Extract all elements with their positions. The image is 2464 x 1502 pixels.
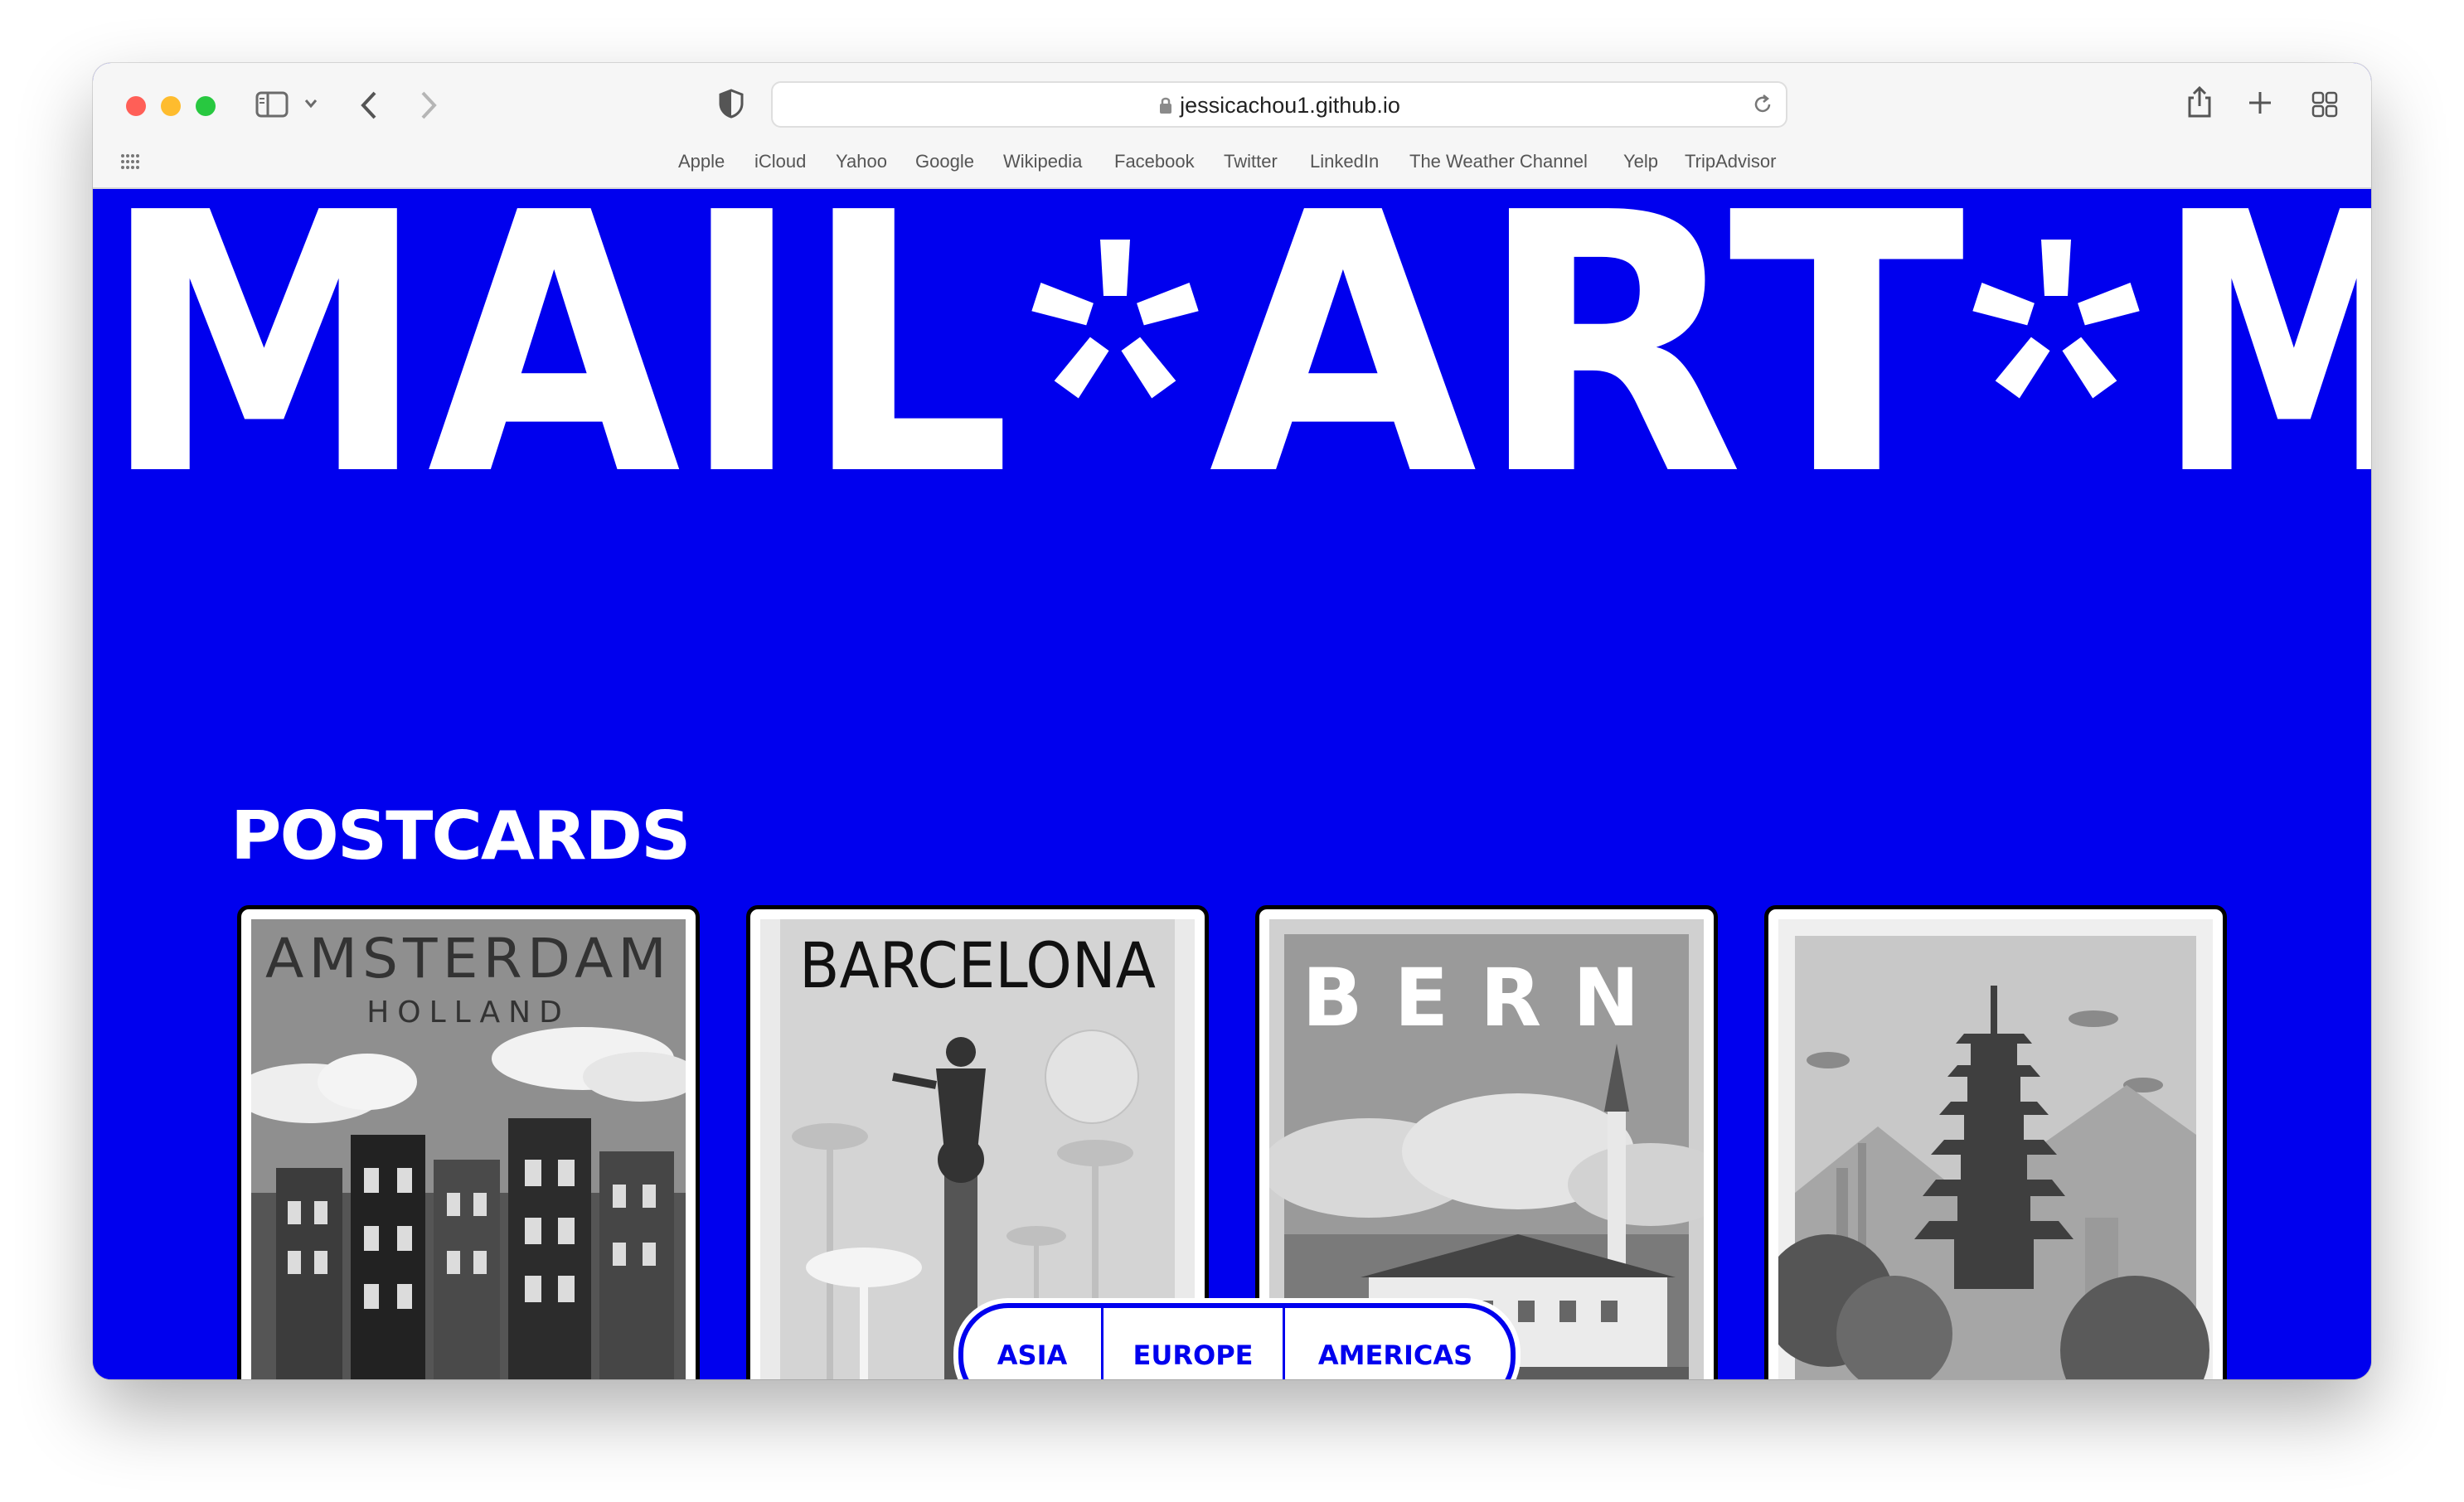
tab-overview-icon[interactable] <box>2311 91 2338 122</box>
apps-grid-icon[interactable] <box>119 153 143 177</box>
hero-marquee: MAIL ART M <box>93 196 2371 494</box>
marquee-word-m: M <box>2157 196 2371 494</box>
postcard-image-pagoda <box>1778 919 2213 1379</box>
filter-americas-button[interactable]: AMERICAS <box>1285 1308 1506 1379</box>
back-icon[interactable] <box>358 90 380 125</box>
url-text: jessicachou1.github.io <box>1180 93 1400 118</box>
marquee-word-mail: MAIL <box>101 196 1011 494</box>
asterisk-icon <box>1031 240 1199 399</box>
postcard-pagoda[interactable] <box>1764 905 2227 1379</box>
bookmark-the-weather-channel[interactable]: The Weather Channel <box>1409 151 1588 172</box>
postcard-amsterdam[interactable]: AMSTERDAM HOLLAND <box>237 905 700 1379</box>
card-title-amsterdam: AMSTERDAM <box>265 927 672 991</box>
card-title-bern: BERN <box>1302 952 1671 1044</box>
asterisk-icon <box>1972 240 2140 399</box>
privacy-shield-icon[interactable] <box>718 88 745 124</box>
bookmark-facebook[interactable]: Facebook <box>1114 151 1195 172</box>
reload-icon[interactable] <box>1751 93 1774 120</box>
page-content: MAIL ART M POSTCARDS AMSTERDAM HOLLAND B… <box>93 189 2371 1379</box>
bookmark-yelp[interactable]: Yelp <box>1623 151 1658 172</box>
card-title-barcelona: BARCELONA <box>799 928 1156 1002</box>
bookmark-linkedin[interactable]: LinkedIn <box>1310 151 1379 172</box>
bookmark-google[interactable]: Google <box>915 151 974 172</box>
marquee-word-art: ART <box>1209 196 1967 494</box>
card-subtitle-holland: HOLLAND <box>366 996 570 1030</box>
zoom-window-button[interactable] <box>196 96 216 116</box>
filter-europe-button[interactable]: EUROPE <box>1103 1308 1285 1379</box>
section-title-postcards: POSTCARDS <box>230 797 691 875</box>
browser-window: jessicachou1.github.io Apple iCloud Yaho… <box>93 63 2371 1379</box>
bookmark-yahoo[interactable]: Yahoo <box>836 151 887 172</box>
bookmark-tripadvisor[interactable]: TripAdvisor <box>1685 151 1776 172</box>
region-filter: ASIA EUROPE AMERICAS <box>958 1303 1516 1379</box>
browser-toolbar: jessicachou1.github.io Apple iCloud Yaho… <box>93 63 2371 189</box>
new-tab-plus-icon[interactable] <box>2247 90 2273 120</box>
bookmark-icloud[interactable]: iCloud <box>754 151 806 172</box>
bookmark-apple[interactable]: Apple <box>678 151 725 172</box>
bookmark-wikipedia[interactable]: Wikipedia <box>1003 151 1082 172</box>
favorites-bar: Apple iCloud Yahoo Google Wikipedia Face… <box>93 151 2371 181</box>
lock-icon <box>1158 95 1173 121</box>
close-window-button[interactable] <box>126 96 146 116</box>
address-url: jessicachou1.github.io <box>773 93 1786 121</box>
minimize-window-button[interactable] <box>161 96 181 116</box>
sidebar-toggle-icon[interactable] <box>255 91 289 122</box>
share-icon[interactable] <box>2185 85 2214 124</box>
postcard-image-amsterdam: AMSTERDAM HOLLAND <box>251 919 686 1379</box>
forward-icon[interactable] <box>418 90 439 125</box>
bookmark-twitter[interactable]: Twitter <box>1224 151 1278 172</box>
filter-asia-button[interactable]: ASIA <box>963 1308 1103 1379</box>
address-bar[interactable]: jessicachou1.github.io <box>771 81 1787 128</box>
chevron-down-icon[interactable] <box>303 98 318 114</box>
